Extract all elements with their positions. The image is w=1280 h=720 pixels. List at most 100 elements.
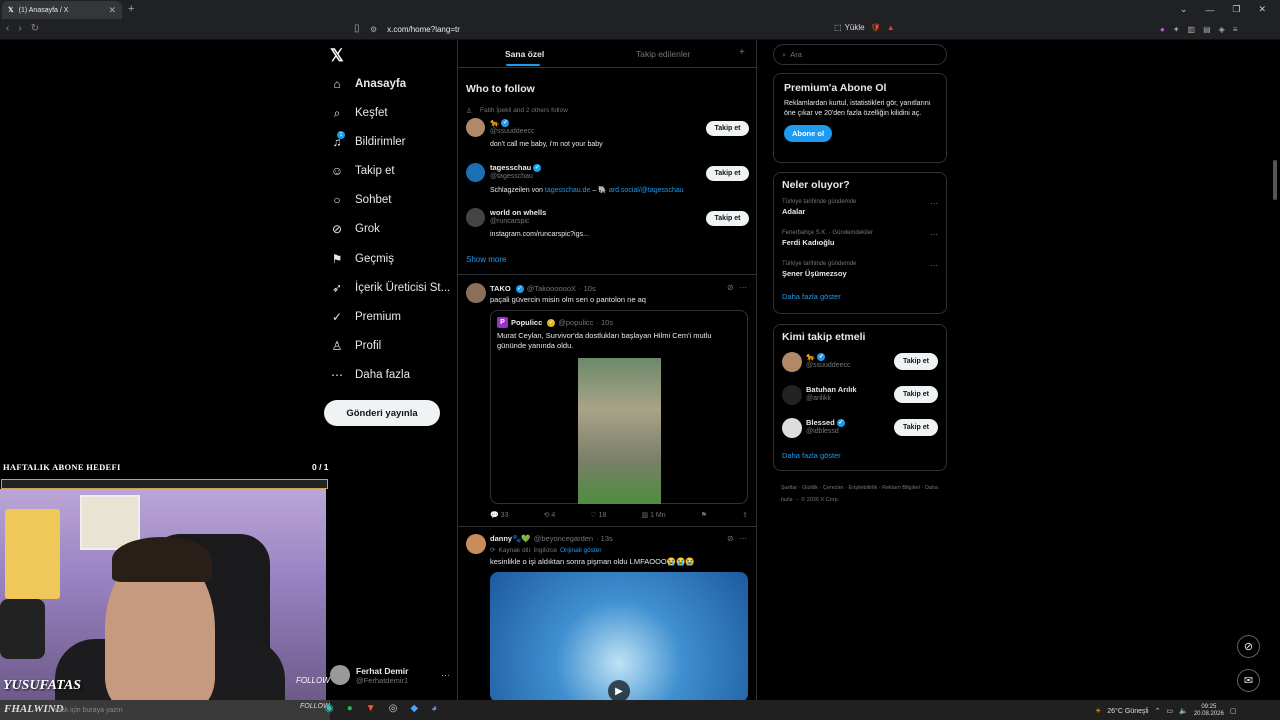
bookmark-button[interactable]: ⚑ xyxy=(701,511,707,519)
sidebar-icon[interactable]: ▥ xyxy=(1188,25,1196,34)
obs-icon[interactable]: ◎ xyxy=(389,703,398,714)
back-icon[interactable]: ‹ xyxy=(6,23,9,34)
views-button[interactable]: ▥ 1 Mn xyxy=(642,511,666,519)
account-switcher[interactable]: Ferhat Demir @Ferhatdemir1 ⋯ xyxy=(330,665,450,685)
brave-icon[interactable]: ▼ xyxy=(366,703,376,714)
follow-button[interactable]: Takip et xyxy=(894,386,938,403)
show-original-link[interactable]: Orijinali göster xyxy=(560,547,602,554)
nav-item-explore[interactable]: ⌕ Keşfet xyxy=(330,103,388,123)
site-info-icon[interactable]: ⚙ xyxy=(370,25,377,34)
suggestion-item[interactable]: world on whells @runcarspic instagram.co… xyxy=(466,208,749,238)
grok-icon[interactable]: ⊘ xyxy=(727,534,734,543)
extension-icon[interactable]: ● xyxy=(1160,25,1165,34)
nav-item-grok[interactable]: ⊘ Grok xyxy=(330,219,380,239)
post-button[interactable]: Gönderi yayınla xyxy=(324,400,440,426)
trend-item[interactable]: Türkiye tarihinde gündemde Şener Üşümezs… xyxy=(782,261,938,292)
trends-show-more[interactable]: Daha fazla göster xyxy=(782,292,938,301)
bio-link[interactable]: tagesschau.de xyxy=(545,187,591,194)
nav-item-profile[interactable]: ♙ Profil xyxy=(330,336,382,356)
suggestion-item[interactable]: Batuhan Arılık @arilikk Takip et xyxy=(782,383,938,416)
maximize-icon[interactable]: ❐ xyxy=(1232,4,1240,15)
avatar[interactable] xyxy=(466,283,486,303)
subscribe-button[interactable]: Abone ol xyxy=(784,125,832,142)
brave-rewards-icon[interactable]: ▲ xyxy=(887,23,895,32)
tab-close-icon[interactable]: ✕ xyxy=(108,5,116,16)
close-window-icon[interactable]: ✕ xyxy=(1258,4,1266,15)
search-input[interactable]: ⌕ Ara xyxy=(773,44,947,65)
forward-icon[interactable]: › xyxy=(18,23,21,34)
more-dots-icon[interactable]: ⋯ xyxy=(930,199,938,208)
quote-image[interactable] xyxy=(578,358,661,504)
nav-item-notifications[interactable]: ♫ 1 Bildirimler xyxy=(330,131,405,152)
tweet-author[interactable]: TAKO xyxy=(490,284,511,293)
tray-chevron-icon[interactable]: ⌃ xyxy=(1155,707,1161,715)
nav-item-follow[interactable]: ☺ Takip et xyxy=(330,161,395,181)
like-button[interactable]: ♡ 18 xyxy=(590,511,606,519)
suggestion-item[interactable]: 🐆 ✓ @ssuuddeecc Takip et xyxy=(782,350,938,383)
suggestion-bio-link[interactable]: instagram.com/runcarspic?igs... xyxy=(490,231,589,238)
nav-item-creator-studio[interactable]: ➶ İçerik Üreticisi St... xyxy=(330,278,450,298)
trend-item[interactable]: Fenerbahçe S.K. · Gündemdekiler Ferdi Ka… xyxy=(782,230,938,261)
nav-item-home[interactable]: ⌂ Anasayfa xyxy=(330,74,406,94)
follow-button[interactable]: Takip et xyxy=(894,353,938,370)
grok-float-icon[interactable]: ⊘ xyxy=(1237,635,1260,658)
follow-button[interactable]: Takip et xyxy=(706,211,749,226)
nav-item-history[interactable]: ⚑ Geçmiş xyxy=(330,249,394,269)
show-more-link[interactable]: Show more xyxy=(466,255,506,264)
bio-link[interactable]: ard.social/@tagesschau xyxy=(609,187,684,194)
notification-icon[interactable]: ▢ xyxy=(1230,707,1237,715)
app-icon[interactable]: ◆ xyxy=(410,703,418,714)
volume-icon[interactable]: 🔈 xyxy=(1179,707,1188,715)
browser-tab[interactable]: 𝕏 (1) Anasayfa / X ✕ xyxy=(2,1,122,19)
add-tab-icon[interactable]: + xyxy=(739,47,745,58)
menu-icon[interactable]: ≡ xyxy=(1233,25,1238,34)
messages-float-icon[interactable]: ✉ xyxy=(1237,669,1260,692)
follow-button[interactable]: Takip et xyxy=(894,419,938,436)
reply-button[interactable]: 💬 33 xyxy=(490,511,508,519)
network-icon[interactable]: ▭ xyxy=(1166,707,1173,715)
suggestion-item[interactable]: Blessed ✓ @idblessd Takip et xyxy=(782,416,938,449)
nav-item-chat[interactable]: ○ Sohbet xyxy=(330,190,391,210)
suggestion-item[interactable]: 🐆 ✓ @ssuuddeecc don't call me baby, i'm n… xyxy=(466,118,749,148)
tweet-author[interactable]: danny🐾💚 xyxy=(490,534,531,543)
footer-links[interactable]: Şartlar · Gizlilik · Çerezler · Erişileb… xyxy=(781,482,941,506)
follow-button[interactable]: Takip et xyxy=(706,121,749,136)
follow-button[interactable]: Takip et xyxy=(706,166,749,181)
more-dots-icon[interactable]: ⋯ xyxy=(739,283,747,292)
tab-for-you[interactable]: Sana özel xyxy=(505,49,544,59)
scrollbar[interactable] xyxy=(1273,160,1277,200)
bookmark-page-icon[interactable]: ▯ xyxy=(354,23,360,34)
spotify-icon[interactable]: ● xyxy=(347,703,353,714)
avatar[interactable] xyxy=(466,534,486,554)
discord-icon[interactable]: ◕ xyxy=(431,703,437,714)
weather-text[interactable]: 26°C Güneşli xyxy=(1107,708,1148,715)
puzzle-icon[interactable]: ✦ xyxy=(1173,25,1180,34)
x-logo-icon[interactable]: 𝕏 xyxy=(330,46,344,66)
tweet-handle[interactable]: @beyoncegarden xyxy=(534,534,593,543)
brave-shield-icon[interactable]: 🛡 xyxy=(871,23,881,32)
tweet-time[interactable]: · 13s xyxy=(596,534,613,543)
minimize-icon[interactable]: — xyxy=(1205,5,1214,15)
more-dots-icon[interactable]: ⋯ xyxy=(441,670,450,681)
more-dots-icon[interactable]: ⋯ xyxy=(930,230,938,239)
tweet-handle[interactable]: @TakooooooX xyxy=(527,284,576,293)
tweet-time[interactable]: · 10s xyxy=(579,284,596,293)
wtf-show-more[interactable]: Daha fazla göster xyxy=(782,451,938,460)
edge-icon[interactable]: ◉ xyxy=(325,703,334,714)
play-icon[interactable]: ▶ xyxy=(608,680,630,702)
share-icon[interactable]: ⇪ xyxy=(742,511,748,519)
address-bar[interactable]: ⚙ x.com/home?lang=tr xyxy=(370,25,460,34)
grok-icon[interactable]: ⊘ xyxy=(727,283,734,292)
more-dots-icon[interactable]: ⋯ xyxy=(930,261,938,270)
vpn-icon[interactable]: ◈ xyxy=(1219,25,1225,34)
wallet-icon[interactable]: ▤ xyxy=(1203,25,1211,34)
reload-icon[interactable]: ↻ xyxy=(31,23,39,34)
chevron-down-icon[interactable]: ⌄ xyxy=(1180,4,1188,15)
upload-button[interactable]: ⬚ Yükle xyxy=(834,23,865,32)
new-tab-icon[interactable]: + xyxy=(128,3,134,15)
suggestion-item[interactable]: tagesschau ✓ @tagesschau Schlagzeilen von… xyxy=(466,163,749,194)
tab-following[interactable]: Takip edilenler xyxy=(636,49,690,59)
trend-item[interactable]: Türkiye tarihinde gündemde Adalar ⋯ xyxy=(782,199,938,230)
clock[interactable]: 09:25 20.08.2026 xyxy=(1194,704,1224,718)
repost-button[interactable]: ⟲ 4 xyxy=(544,511,556,519)
